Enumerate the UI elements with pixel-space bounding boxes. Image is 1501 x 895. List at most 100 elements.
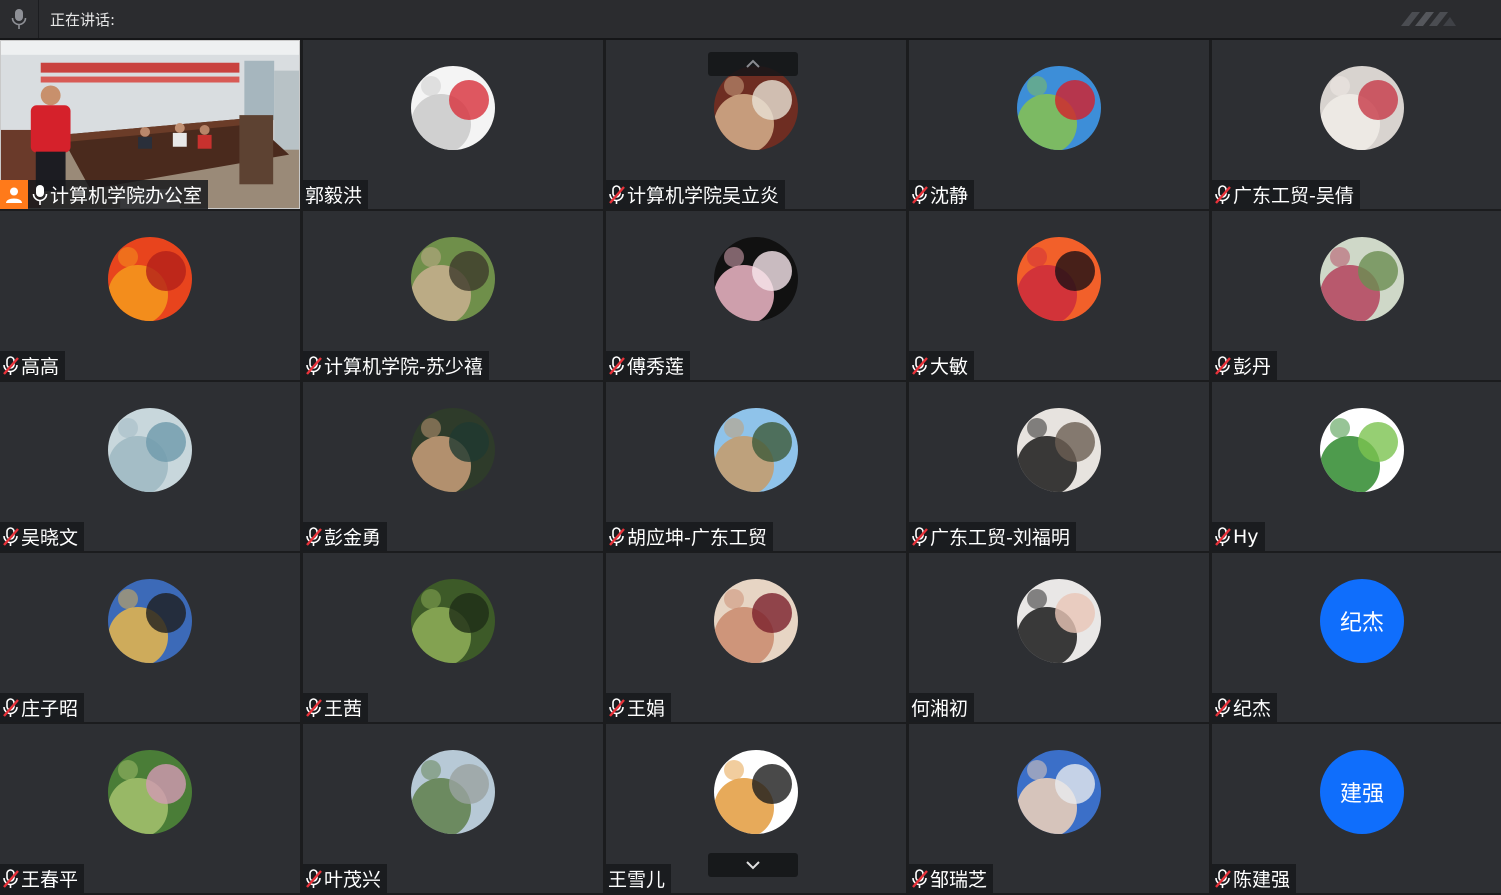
avatar-photo [714,66,798,150]
speaker-indicator[interactable] [0,0,39,38]
avatar-photo [411,750,495,834]
participant-name-bar: 大敏 [909,351,975,380]
avatar [411,408,495,492]
mic-muted-icon [1215,526,1231,546]
participant-name: 庄子昭 [21,698,79,720]
participant-tile[interactable]: 王茜 [303,553,603,722]
mic-muted-icon [912,868,928,888]
participant-tile[interactable]: 王春平 [0,724,300,893]
participant-name: Hy [1233,525,1259,548]
avatar-photo [1017,237,1101,321]
participant-name: 王雪儿 [608,869,666,891]
avatar-photo [1017,66,1101,150]
participant-name-bar: 彭金勇 [303,522,388,551]
avatar-photo [1320,237,1404,321]
participant-name: 广东工贸-吴倩 [1233,185,1354,207]
top-bar: 正在讲话: [0,0,1501,40]
participant-name: 郭毅洪 [305,185,363,207]
participant-name: 纪杰 [1233,698,1272,720]
avatar: 建强 [1320,750,1404,834]
participant-tile[interactable]: 沈静 [909,40,1209,209]
mic-muted-icon [306,355,322,375]
mic-muted-icon [912,526,928,546]
avatar [1017,579,1101,663]
host-badge [0,180,28,209]
participant-tile[interactable]: 大敏 [909,211,1209,380]
page-up-button[interactable] [708,52,798,76]
participant-tile[interactable]: 高高 [0,211,300,380]
participant-tile[interactable]: 庄子昭 [0,553,300,722]
participant-name: 邹瑞芝 [930,869,988,891]
avatar-photo [411,237,495,321]
participant-name: 叶茂兴 [324,869,382,891]
avatar [411,66,495,150]
avatar-photo [108,237,192,321]
participant-name: 沈静 [930,185,969,207]
avatar-photo [1017,750,1101,834]
mic-active-icon [32,184,48,205]
avatar: 纪杰 [1320,579,1404,663]
avatar-photo [411,66,495,150]
participant-name-bar: 庄子昭 [0,693,85,722]
chevron-down-icon [746,861,760,870]
participant-name-bar: 陈建强 [1212,864,1297,893]
avatar-photo [714,408,798,492]
participant-name: 何湘初 [911,698,969,720]
participant-tile[interactable]: 傅秀莲 [606,211,906,380]
participant-name: 陈建强 [1233,869,1291,891]
participant-name-bar: 邹瑞芝 [909,864,994,893]
participant-tile[interactable]: 王娟 [606,553,906,722]
mic-muted-icon [609,697,625,717]
participant-name-bar: 沈静 [909,180,975,209]
avatar [108,237,192,321]
participant-tile[interactable]: 何湘初 [909,553,1209,722]
avatar-photo [1320,408,1404,492]
participant-tile[interactable]: Hy [1212,382,1501,551]
participant-tile[interactable]: 彭金勇 [303,382,603,551]
participant-tile[interactable]: 胡应坤-广东工贸 [606,382,906,551]
participant-tile[interactable]: 郭毅洪 [303,40,603,209]
participant-tile[interactable]: 邹瑞芝 [909,724,1209,893]
participant-name-bar: 纪杰 [1212,693,1278,722]
participant-name: 计算机学院吴立炎 [627,185,780,207]
mic-muted-icon [912,184,928,204]
avatar [108,579,192,663]
participant-tile[interactable]: 广东工贸-刘福明 [909,382,1209,551]
participant-name: 计算机学院-苏少禧 [324,356,483,378]
participant-tile[interactable]: 计算机学院-苏少禧 [303,211,603,380]
participant-name-bar: 叶茂兴 [303,864,388,893]
page-down-button[interactable] [708,853,798,877]
participant-name-bar: 王茜 [303,693,369,722]
participant-tile[interactable]: 彭丹 [1212,211,1501,380]
mic-muted-icon [1215,697,1231,717]
avatar [1320,66,1404,150]
participant-tile[interactable]: 广东工贸-吴倩 [1212,40,1501,209]
participant-name: 王春平 [21,869,79,891]
person-icon [6,187,22,203]
avatar-photo [411,408,495,492]
participant-name-bar: 计算机学院吴立炎 [606,180,786,209]
participant-name-bar: Hy [1212,522,1265,551]
avatar [714,66,798,150]
participant-tile[interactable]: 计算机学院办公室 [0,40,300,209]
chevron-up-icon [746,59,760,68]
participant-tile[interactable]: 建强陈建强 [1212,724,1501,893]
mic-muted-icon [609,526,625,546]
participant-name-bar: 王雪儿 [606,864,672,893]
participant-name: 王娟 [627,698,666,720]
speaking-label: 正在讲话: [50,11,116,29]
avatar-photo [714,237,798,321]
avatar [1320,237,1404,321]
avatar-photo [108,408,192,492]
avatar-photo [108,579,192,663]
mic-muted-icon [1215,355,1231,375]
participant-tile[interactable]: 纪杰 纪杰 [1212,553,1501,722]
mic-muted-icon [912,355,928,375]
participant-tile[interactable]: 叶茂兴 [303,724,603,893]
mic-muted-icon [306,868,322,888]
avatar [1017,750,1101,834]
microphone-icon [11,9,27,29]
participant-tile[interactable]: 吴晓文 [0,382,300,551]
participant-name: 高高 [21,356,60,378]
avatar [714,237,798,321]
